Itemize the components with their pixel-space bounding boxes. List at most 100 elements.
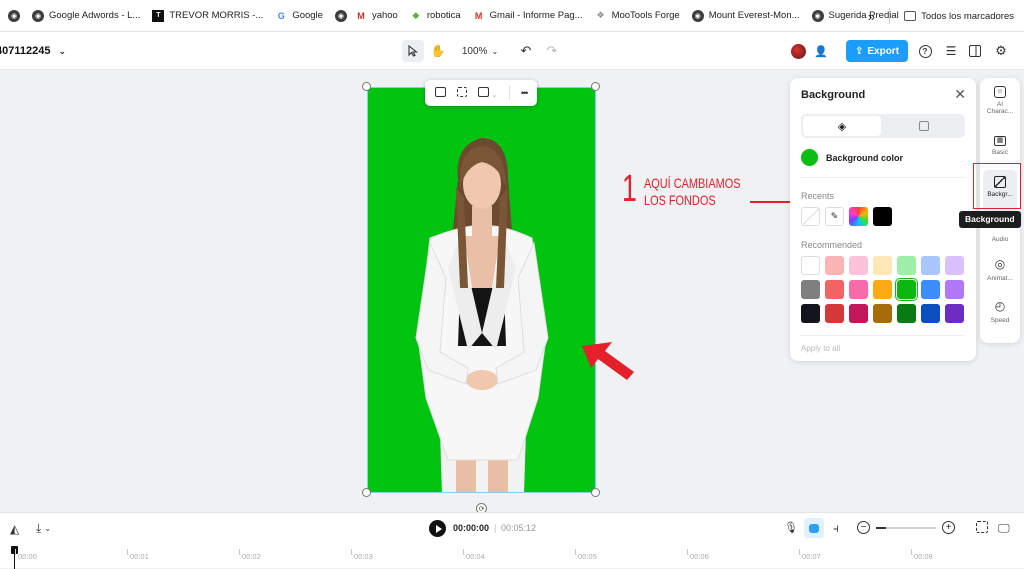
play-button[interactable]	[429, 520, 446, 537]
recommended-swatch[interactable]	[945, 256, 964, 275]
recent-swatch-black[interactable]	[873, 207, 892, 226]
total-time: 00:05:12	[501, 523, 537, 533]
recommended-swatch[interactable]	[801, 256, 820, 275]
bookmark-mount-everest[interactable]: ◉ Mount Everest-Mon...	[691, 9, 800, 22]
split-icon: ◭	[10, 522, 20, 536]
all-bookmarks-button[interactable]: Todos los marcadores	[904, 11, 1014, 22]
resize-handle-top-right[interactable]	[591, 82, 600, 91]
split-button[interactable]: ◭	[10, 522, 19, 536]
no-color-icon	[802, 208, 819, 225]
video-canvas[interactable]	[367, 87, 596, 493]
rail-item-basic[interactable]: ▦ Basic	[980, 136, 1020, 156]
help-button[interactable]: ?	[916, 40, 934, 62]
zoom-dropdown[interactable]: 100% ⌄	[458, 40, 502, 62]
upload-icon: ⇪	[854, 45, 864, 57]
bookmark-mootools[interactable]: ❖ MooTools Forge	[595, 10, 680, 22]
timeline-tick-mark	[687, 549, 688, 555]
rail-item-audio[interactable]: Audio	[980, 236, 1020, 243]
divider	[889, 8, 891, 24]
rail-item-animation[interactable]: ◎ Animat...	[980, 257, 1020, 282]
bookmark-yahoo[interactable]: Myahoo	[355, 10, 398, 22]
bookmark-globe[interactable]: ◉	[334, 9, 347, 22]
resize-handle-top-left[interactable]	[362, 82, 371, 91]
globe-icon: ◉	[8, 9, 20, 22]
project-name: 407112245	[0, 45, 51, 57]
select-tool-button[interactable]	[402, 40, 424, 62]
panel-tabs: ◈	[801, 114, 965, 138]
panel-close-button[interactable]: ✕	[954, 86, 966, 103]
recommended-swatch[interactable]	[921, 304, 940, 323]
recommended-swatch[interactable]	[873, 280, 892, 299]
zoom-out-button[interactable]: −	[857, 521, 870, 534]
recommended-swatch[interactable]	[873, 256, 892, 275]
recent-eyedropper-button[interactable]: ✎	[825, 207, 844, 226]
settings-button[interactable]: ⚙	[992, 40, 1010, 62]
timeline-ruler[interactable]	[0, 547, 1024, 569]
gmail-icon: M	[357, 10, 365, 21]
recommended-swatch[interactable]	[801, 304, 820, 323]
recommended-swatch[interactable]	[849, 280, 868, 299]
layout-button[interactable]	[966, 40, 984, 62]
bookmark-google-adwords[interactable]: ◉ Google Adwords - L...	[32, 9, 140, 22]
bookmarks-overflow-button[interactable]: »	[868, 9, 875, 24]
zoom-slider[interactable]	[876, 527, 936, 529]
recommended-swatch[interactable]	[945, 304, 964, 323]
recommended-swatch[interactable]	[895, 278, 918, 301]
export-button[interactable]: ⇪ Export	[846, 40, 908, 62]
tab-color[interactable]: ◈	[803, 116, 881, 136]
recommended-swatch[interactable]	[921, 280, 940, 299]
invite-user-button[interactable]: 👤	[812, 40, 830, 62]
recommended-swatch[interactable]	[825, 256, 844, 275]
zoom-in-button[interactable]: +	[942, 521, 955, 534]
more-options-button[interactable]: •••	[521, 88, 529, 98]
recent-swatch-none[interactable]	[801, 207, 820, 226]
rail-item-ai-character[interactable]: ☺ AI Charac...	[980, 86, 1020, 116]
background-tooltip: Background	[959, 211, 1021, 228]
undo-button[interactable]: ↶	[516, 40, 536, 62]
play-icon	[435, 524, 442, 533]
remove-bg-button[interactable]: ⌄	[478, 86, 497, 100]
download-button[interactable]: ⤓ ⌄	[36, 521, 51, 536]
recommended-swatch[interactable]	[873, 304, 892, 323]
current-time: 00:00:00	[453, 523, 490, 533]
recommended-swatch[interactable]	[825, 280, 844, 299]
recommended-swatch[interactable]	[825, 304, 844, 323]
resize-handle-bottom-left[interactable]	[362, 488, 371, 497]
globe-icon: ◉	[334, 9, 347, 22]
recommended-swatch[interactable]	[849, 256, 868, 275]
bookmark-gmail-informe[interactable]: M Gmail - Informe Pag...	[473, 10, 583, 22]
background-color-row[interactable]: Background color	[801, 149, 903, 166]
recent-swatch-gradient[interactable]	[849, 207, 868, 226]
redo-button[interactable]: ↷	[542, 40, 562, 62]
bookmark-google[interactable]: G Google	[275, 10, 323, 22]
recommended-swatch[interactable]	[897, 256, 916, 275]
fit-button[interactable]	[976, 521, 988, 533]
hand-tool-button[interactable]: ✋	[428, 40, 448, 62]
microphone-button[interactable]: 🎙	[784, 521, 798, 534]
recommended-swatch[interactable]	[921, 256, 940, 275]
bookmark-generic[interactable]: ◉	[8, 9, 20, 22]
preview-button[interactable]: 🖵	[998, 521, 1010, 536]
project-name-dropdown[interactable]: 407112245 ⌄	[0, 40, 66, 62]
recommended-swatch[interactable]	[897, 304, 916, 323]
ai-assist-button[interactable]	[804, 518, 824, 538]
apply-to-all-button[interactable]: Apply to all	[801, 344, 840, 353]
bookmark-robotica[interactable]: ◆ robotica	[410, 10, 460, 22]
rail-item-speed[interactable]: ◴ Speed	[980, 299, 1020, 324]
tab-image[interactable]	[885, 116, 963, 136]
timeline-bar: ◭ ⤓ ⌄ 00:00:00 | 00:05:12 🎙 ⫞ − + 🖵 00:0…	[0, 512, 1024, 569]
avatar[interactable]	[789, 40, 807, 62]
recommended-swatch[interactable]	[801, 280, 820, 299]
t-logo-icon: T	[152, 9, 165, 22]
snap-button[interactable]: ⫞	[833, 521, 839, 536]
replace-image-button[interactable]	[434, 86, 446, 100]
robot-icon	[809, 523, 819, 533]
recommended-swatch[interactable]	[849, 304, 868, 323]
bookmark-trevor-morris[interactable]: T TREVOR MORRIS -...	[152, 9, 263, 22]
layers-button[interactable]: ☰	[942, 40, 960, 62]
recommended-swatch[interactable]	[945, 280, 964, 299]
zoom-level: 100%	[461, 45, 488, 57]
divider	[801, 335, 965, 336]
crop-button[interactable]	[456, 86, 467, 100]
resize-handle-bottom-right[interactable]	[591, 488, 600, 497]
